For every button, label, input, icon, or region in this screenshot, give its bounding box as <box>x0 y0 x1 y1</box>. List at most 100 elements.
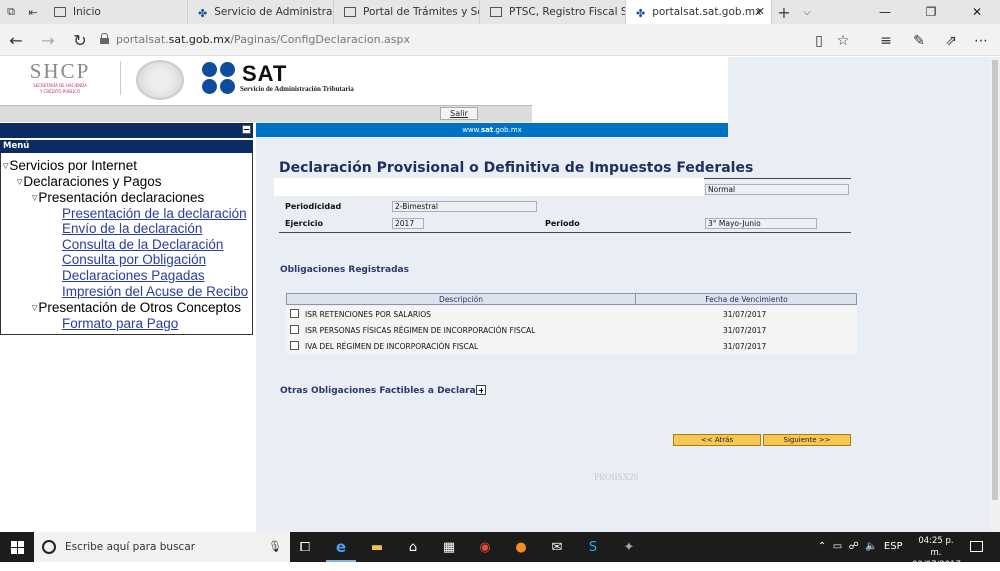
siguiente-button[interactable]: Siguiente >> <box>763 434 851 446</box>
site-strip: www.sat.gob.mx <box>256 123 728 137</box>
menu-item-label: Presentación de Otros Conceptos <box>38 300 242 315</box>
tab-label: Inicio <box>73 6 101 18</box>
periodicidad-field: 2-Bimestral <box>392 201 537 212</box>
form-divider <box>279 232 851 233</box>
menu-link-envio[interactable]: Envío de la declaración <box>62 221 202 236</box>
network-icon[interactable]: ☍ <box>849 541 859 552</box>
menu-item-presentacion-declaraciones[interactable]: ▽Presentación declaraciones <box>32 190 204 206</box>
blank-field <box>274 178 704 196</box>
menu-item-servicios[interactable]: ▽Servicios por Internet <box>3 158 137 174</box>
lock-icon <box>100 33 109 44</box>
store-icon[interactable]: ⌂ <box>402 537 424 557</box>
sat-favicon-icon: ✤ <box>198 7 208 20</box>
skype-icon[interactable]: S <box>582 537 604 557</box>
row-description: ISR RETENCIONES POR SALARIOS <box>305 310 431 319</box>
site-bold: sat <box>480 126 494 134</box>
row-description: IVA DEL RÉGIMEN DE INCORPORACIÓN FISCAL <box>305 342 479 351</box>
menu-collapse-icon[interactable] <box>242 125 251 134</box>
menu-link-consulta-obligacion[interactable]: Consulta por Obligación <box>62 252 206 267</box>
minimize-icon[interactable]: — <box>862 0 908 24</box>
chevron-down-icon[interactable]: ⌵ <box>796 0 818 24</box>
share-icon[interactable]: ⇗ <box>942 32 960 50</box>
mail-icon[interactable]: ✉ <box>546 537 568 557</box>
tipo-declaracion-field: Normal <box>705 184 849 195</box>
menu-item-otros-conceptos[interactable]: ▽Presentación de Otros Conceptos <box>32 300 241 316</box>
notifications-icon[interactable] <box>970 541 983 552</box>
volume-icon[interactable]: 🔈 <box>865 541 877 552</box>
tab-portal-tramites[interactable]: Portal de Trámites y Servicio <box>334 0 480 24</box>
salir-bar: Salir <box>0 105 532 122</box>
obligacion-checkbox[interactable] <box>290 341 299 350</box>
obligacion-checkbox[interactable] <box>290 309 299 318</box>
tab-ptsc[interactable]: PTSC, Registro Fiscal Simplif <box>480 0 626 24</box>
menu-link-formato-pago[interactable]: Formato para Pago <box>62 316 178 331</box>
task-view-icon[interactable]: ⧠ <box>294 537 316 557</box>
calculator-icon[interactable]: ▦ <box>438 537 460 557</box>
page-viewport: SHCP SECRETARÍA DE HACIENDA Y CRÉDITO PÚ… <box>0 57 990 532</box>
obligacion-checkbox[interactable] <box>290 325 299 334</box>
refresh-icon[interactable]: ↻ <box>70 30 90 50</box>
windows-start-icon[interactable] <box>11 541 24 554</box>
set-aside-tabs-icon[interactable]: ⇤ <box>22 0 44 24</box>
ejercicio-field: 2017 <box>392 218 424 229</box>
menu-link-presentacion[interactable]: Presentación de la declaración <box>62 206 247 221</box>
shcp-logo-text: SHCP <box>29 59 91 83</box>
page-icon <box>344 7 356 17</box>
edge-icon[interactable]: e <box>330 537 352 557</box>
reading-view-icon[interactable]: ▯ <box>810 32 828 50</box>
close-window-icon[interactable]: ✕ <box>954 0 1000 24</box>
more-icon[interactable]: ⋯ <box>972 32 990 50</box>
shcp-subtitle-2: Y CRÉDITO PÚBLICO <box>39 89 81 94</box>
battery-icon[interactable]: ▭ <box>833 541 842 552</box>
menu-link-declaraciones-pagadas[interactable]: Declaraciones Pagadas <box>62 268 205 283</box>
address-bar[interactable]: portalsat.sat.gob.mx/Paginas/ConfigDecla… <box>116 33 410 46</box>
url-prefix: portalsat. <box>116 33 169 46</box>
row-date: 31/07/2017 <box>723 342 767 351</box>
forward-arrow-icon[interactable]: → <box>38 30 58 50</box>
sat-logo-subtitle: Servicio de Administración Tributaria <box>240 85 354 93</box>
microphone-icon[interactable]: 🎙 <box>268 540 282 553</box>
file-explorer-icon[interactable]: ▬ <box>366 537 388 557</box>
tab-label: Servicio de Administración T <box>214 6 333 18</box>
taskbar-clock[interactable]: 04:25 p. m. 03/07/2017 <box>912 535 961 571</box>
row-description: ISR PERSONAS FÍSICAS RÉGIMEN DE INCORPOR… <box>305 326 536 335</box>
tab-label: PTSC, Registro Fiscal Simplif <box>509 6 625 18</box>
triangle-down-icon: ▽ <box>17 179 23 186</box>
tab-portalsat[interactable]: ✤ portalsat.sat.gob.mx ✕ <box>626 0 772 24</box>
tab-manager-icon[interactable]: ⧉ <box>0 0 22 24</box>
clock-time: 04:25 p. m. <box>918 536 954 558</box>
new-tab-icon[interactable]: + <box>772 0 796 24</box>
triangle-down-icon: ▽ <box>3 163 9 170</box>
clock-date: 03/07/2017 <box>912 560 961 570</box>
menu-link-consulta-declaracion[interactable]: Consulta de la Declaración <box>62 237 223 252</box>
chrome-icon[interactable]: ◉ <box>474 537 496 557</box>
sat-favicon-icon: ✤ <box>636 7 646 20</box>
pen-icon[interactable]: ✎ <box>910 32 928 50</box>
menu-header-bar <box>0 123 253 138</box>
tab-sat-servicio[interactable]: ✤ Servicio de Administración T <box>188 0 334 24</box>
language-indicator[interactable]: ESP <box>884 541 903 552</box>
expand-plus-icon[interactable] <box>476 385 486 395</box>
header-divider <box>120 61 121 95</box>
hub-icon[interactable]: ≡ <box>877 32 895 50</box>
restore-icon[interactable]: ❐ <box>908 0 954 24</box>
taskbar-search[interactable]: Escribe aquí para buscar 🎙 <box>34 532 290 562</box>
favorite-star-icon[interactable]: ☆ <box>834 32 852 50</box>
back-arrow-icon[interactable]: ← <box>6 30 26 50</box>
search-placeholder: Escribe aquí para buscar <box>65 541 196 553</box>
table-row: ISR RETENCIONES POR SALARIOS 31/07/2017 <box>286 306 857 322</box>
app-icon[interactable]: ✦ <box>618 537 640 557</box>
windows-taskbar: Escribe aquí para buscar 🎙 ⧠ e ▬ ⌂ ▦ ◉ ●… <box>0 532 1000 570</box>
chevron-up-icon[interactable]: ⌃ <box>818 541 826 552</box>
menu-item-declaraciones-pagos[interactable]: ▽Declaraciones y Pagos <box>17 174 161 190</box>
system-tray[interactable]: ⌃ ▭ ☍ 🔈 ESP <box>818 541 903 552</box>
url-path: /Paginas/ConfigDeclaracion.aspx <box>230 33 411 46</box>
firefox-icon[interactable]: ● <box>510 537 532 557</box>
scrollbar-thumb[interactable] <box>992 60 998 500</box>
menu-link-impresion-acuse[interactable]: Impresión del Acuse de Recibo <box>62 284 248 299</box>
atras-button[interactable]: << Atrás <box>673 434 761 446</box>
tab-label: Portal de Trámites y Servicio <box>363 6 479 18</box>
tab-inicio[interactable]: Inicio <box>44 0 188 24</box>
salir-link[interactable]: Salir <box>440 107 478 120</box>
close-tab-icon[interactable]: ✕ <box>756 5 765 18</box>
